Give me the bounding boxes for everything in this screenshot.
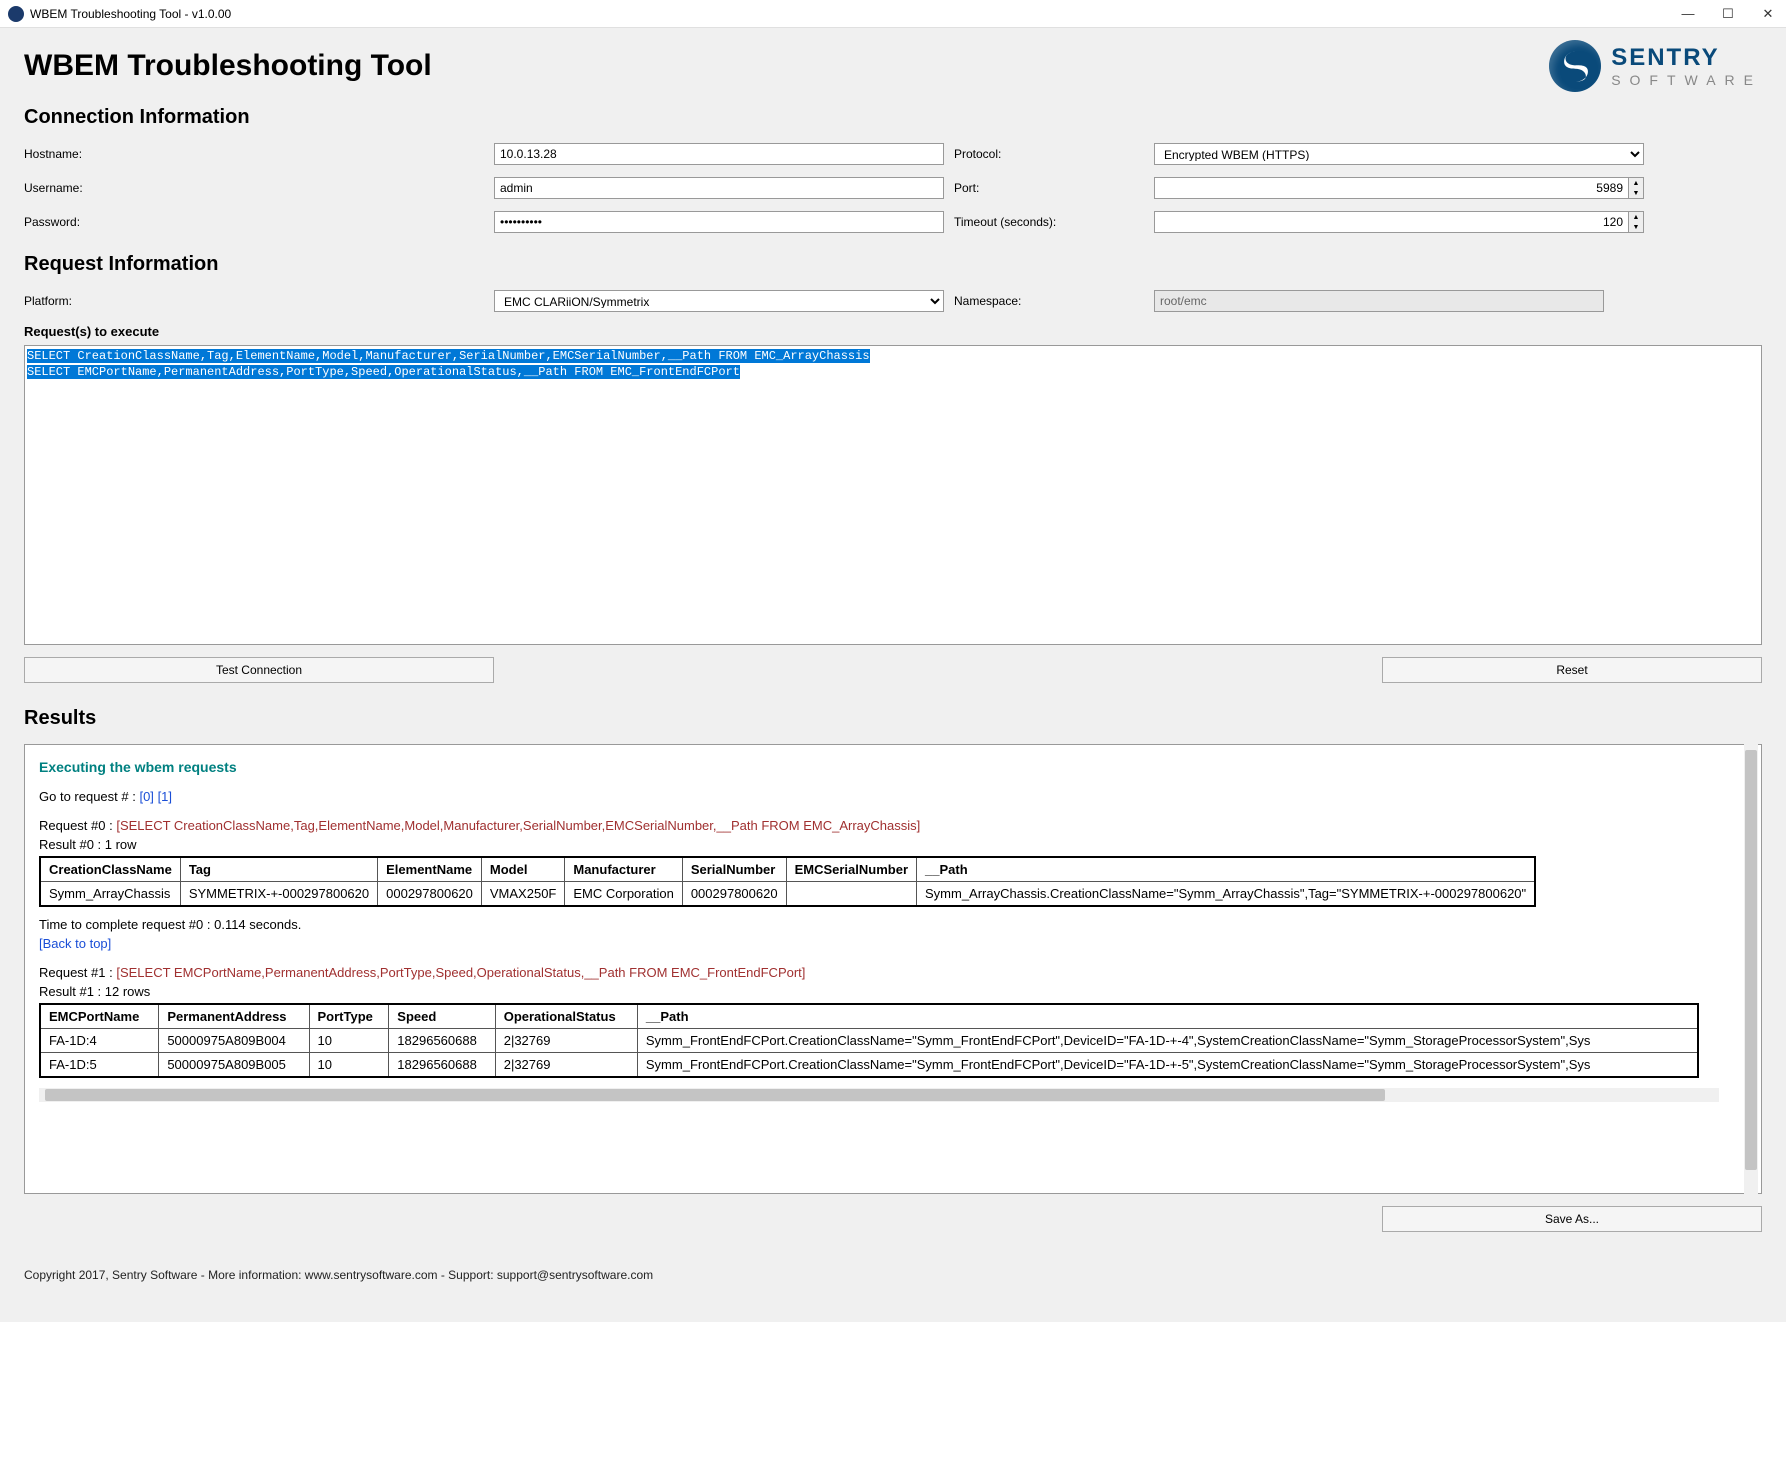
reset-button[interactable]: Reset: [1382, 657, 1762, 683]
port-input[interactable]: [1154, 177, 1629, 199]
password-label: Password:: [24, 215, 494, 229]
results-horizontal-scrollbar[interactable]: [39, 1088, 1719, 1102]
port-label: Port:: [954, 181, 1154, 195]
timeout-input[interactable]: [1154, 211, 1629, 233]
platform-select[interactable]: EMC CLARiiON/Symmetrix: [494, 290, 944, 312]
protocol-select[interactable]: Encrypted WBEM (HTTPS): [1154, 143, 1644, 165]
table-header: Tag: [180, 857, 377, 882]
username-input[interactable]: [494, 177, 944, 199]
logo-icon: [1549, 40, 1601, 92]
table-row: Symm_ArrayChassisSYMMETRIX-+-00029780062…: [40, 882, 1535, 907]
brand-logo: SENTRY SOFTWARE: [1549, 40, 1762, 92]
table-header: EMCSerialNumber: [786, 857, 916, 882]
maximize-icon[interactable]: ☐: [1718, 6, 1738, 22]
test-connection-button[interactable]: Test Connection: [24, 657, 494, 683]
table-header: Speed: [389, 1004, 495, 1029]
timeout-label: Timeout (seconds):: [954, 215, 1154, 229]
requests-textarea[interactable]: SELECT CreationClassName,Tag,ElementName…: [24, 345, 1762, 645]
goto-link-0[interactable]: [0]: [139, 789, 153, 804]
close-icon[interactable]: ✕: [1758, 6, 1778, 22]
req0-label: Request #0 :: [39, 818, 113, 833]
page-title: WBEM Troubleshooting Tool: [24, 49, 432, 83]
namespace-input: [1154, 290, 1604, 312]
window-title: WBEM Troubleshooting Tool - v1.0.00: [30, 7, 231, 21]
table-header: EMCPortName: [40, 1004, 159, 1029]
results-exec-heading: Executing the wbem requests: [39, 759, 1747, 775]
timeout-up-icon[interactable]: ▲: [1629, 212, 1643, 222]
req1-rowcount: Result #1 : 12 rows: [39, 984, 1747, 999]
results-vertical-scrollbar[interactable]: [1744, 744, 1758, 1194]
app-icon: [8, 6, 24, 22]
username-label: Username:: [24, 181, 494, 195]
hostname-input[interactable]: [494, 143, 944, 165]
request-section-title: Request Information: [24, 253, 1762, 276]
requests-label: Request(s) to execute: [24, 324, 1762, 339]
timeout-down-icon[interactable]: ▼: [1629, 222, 1643, 232]
table-header: SerialNumber: [682, 857, 786, 882]
hostname-label: Hostname:: [24, 147, 494, 161]
query-line-1: SELECT EMCPortName,PermanentAddress,Port…: [27, 365, 740, 379]
goto-link-1[interactable]: [1]: [158, 789, 172, 804]
table-header: PermanentAddress: [159, 1004, 309, 1029]
protocol-label: Protocol:: [954, 147, 1154, 161]
password-input[interactable]: [494, 211, 944, 233]
req1-label: Request #1 :: [39, 965, 113, 980]
query-line-0: SELECT CreationClassName,Tag,ElementName…: [27, 349, 870, 363]
req1-query: [SELECT EMCPortName,PermanentAddress,Por…: [116, 965, 805, 980]
port-down-icon[interactable]: ▼: [1629, 188, 1643, 198]
brand-name-1: SENTRY: [1611, 44, 1762, 72]
back-to-top-link[interactable]: [Back to top]: [39, 936, 111, 951]
titlebar: WBEM Troubleshooting Tool - v1.0.00 — ☐ …: [0, 0, 1786, 28]
table-header: PortType: [309, 1004, 389, 1029]
table-header: Model: [481, 857, 564, 882]
connection-section-title: Connection Information: [24, 106, 1762, 129]
table-header: CreationClassName: [40, 857, 180, 882]
table-row: FA-1D:450000975A809B00410182965606882|32…: [40, 1029, 1698, 1053]
port-up-icon[interactable]: ▲: [1629, 178, 1643, 188]
result0-table: CreationClassNameTagElementNameModelManu…: [39, 856, 1536, 907]
table-row: FA-1D:550000975A809B00510182965606882|32…: [40, 1053, 1698, 1078]
table-header: OperationalStatus: [495, 1004, 637, 1029]
table-header: __Path: [917, 857, 1536, 882]
minimize-icon[interactable]: —: [1678, 6, 1698, 22]
req0-query: [SELECT CreationClassName,Tag,ElementNam…: [116, 818, 920, 833]
req0-time: Time to complete request #0 : 0.114 seco…: [39, 917, 1747, 932]
save-as-button[interactable]: Save As...: [1382, 1206, 1762, 1232]
req0-rowcount: Result #0 : 1 row: [39, 837, 1747, 852]
result1-table: EMCPortNamePermanentAddressPortTypeSpeed…: [39, 1003, 1699, 1078]
table-header: Manufacturer: [565, 857, 682, 882]
results-panel: Executing the wbem requests Go to reques…: [24, 744, 1762, 1194]
results-section-title: Results: [24, 707, 1762, 730]
brand-name-2: SOFTWARE: [1611, 72, 1762, 88]
platform-label: Platform:: [24, 294, 494, 308]
footer: Copyright 2017, Sentry Software - More i…: [24, 1268, 1762, 1282]
namespace-label: Namespace:: [954, 294, 1154, 308]
table-header: __Path: [637, 1004, 1698, 1029]
table-header: ElementName: [378, 857, 482, 882]
goto-label: Go to request # :: [39, 789, 136, 804]
